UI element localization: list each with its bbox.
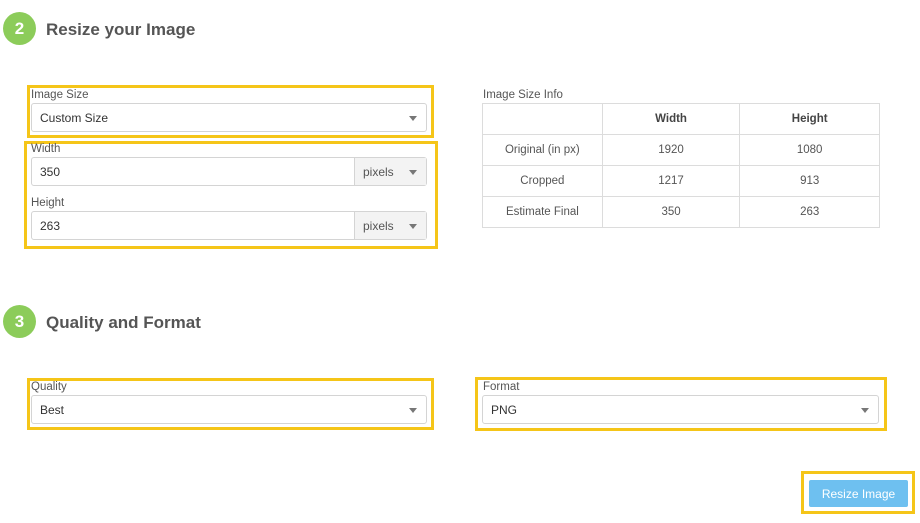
row-width: 1920: [601, 134, 741, 166]
row-name: Original (in px): [482, 134, 603, 166]
format-value: PNG: [491, 402, 518, 417]
chevron-down-icon: [861, 408, 869, 413]
width-input[interactable]: 350: [32, 158, 354, 185]
chevron-down-icon: [409, 170, 417, 175]
section-title-resize: Resize your Image: [46, 20, 196, 39]
section-title-quality: Quality and Format: [46, 313, 201, 332]
row-width: 1217: [601, 165, 741, 197]
format-label: Format: [483, 381, 520, 393]
table-row: Estimate Final 350 263: [482, 196, 880, 228]
step-3-badge: 3: [3, 305, 36, 338]
table-header-empty: [482, 103, 603, 135]
table-header-width: Width: [601, 103, 741, 135]
row-name: Cropped: [482, 165, 603, 197]
image-size-info-label: Image Size Info: [483, 89, 563, 101]
height-unit-value: pixels: [363, 218, 394, 233]
row-height: 263: [739, 196, 880, 228]
image-size-info-table: Width Height Original (in px) 1920 1080 …: [482, 103, 880, 228]
row-name: Estimate Final: [482, 196, 603, 228]
width-unit-value: pixels: [363, 164, 394, 179]
height-input-group: 263 pixels: [31, 211, 427, 240]
table-row: Cropped 1217 913: [482, 165, 880, 197]
format-select[interactable]: PNG: [482, 395, 879, 424]
height-label: Height: [31, 197, 65, 209]
row-width: 350: [601, 196, 741, 228]
width-label: Width: [31, 143, 61, 155]
row-height: 1080: [739, 134, 880, 166]
table-header-row: Width Height: [482, 103, 880, 135]
height-input[interactable]: 263: [32, 212, 354, 239]
table-row: Original (in px) 1920 1080: [482, 134, 880, 166]
step-2-badge: 2: [3, 12, 36, 45]
image-size-label: Image Size: [31, 89, 89, 101]
resize-image-button[interactable]: Resize Image: [809, 480, 908, 507]
row-height: 913: [739, 165, 880, 197]
quality-label: Quality: [31, 381, 67, 393]
chevron-down-icon: [409, 116, 417, 121]
chevron-down-icon: [409, 408, 417, 413]
table-header-height: Height: [739, 103, 880, 135]
image-size-value: Custom Size: [40, 110, 109, 125]
image-size-select[interactable]: Custom Size: [31, 103, 427, 132]
quality-select[interactable]: Best: [31, 395, 427, 424]
height-unit-select[interactable]: pixels: [354, 212, 426, 239]
width-unit-select[interactable]: pixels: [354, 158, 426, 185]
width-input-group: 350 pixels: [31, 157, 427, 186]
quality-value: Best: [40, 402, 65, 417]
chevron-down-icon: [409, 224, 417, 229]
